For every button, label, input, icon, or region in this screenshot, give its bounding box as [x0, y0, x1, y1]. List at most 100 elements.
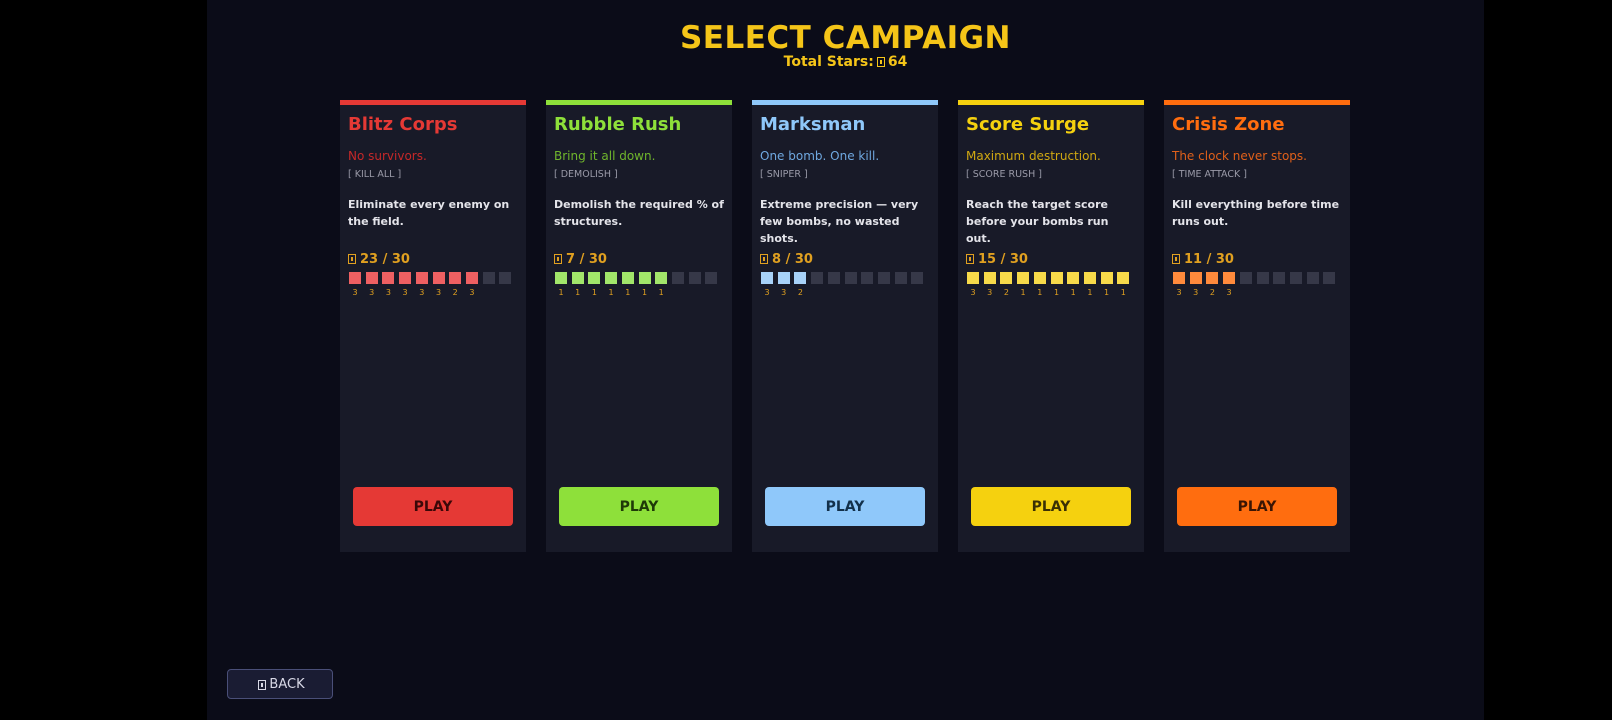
level-locked-marker[interactable] — [1323, 272, 1336, 284]
level-locked-marker[interactable] — [811, 272, 824, 284]
campaign-mode: [ TIME ATTACK ] — [1172, 169, 1247, 180]
level-complete-marker[interactable] — [1017, 272, 1030, 284]
level-complete-marker[interactable] — [1173, 272, 1185, 284]
level-locked-marker[interactable] — [482, 272, 495, 284]
level-star-score: 3 — [987, 288, 993, 297]
campaign-tagline: No survivors. — [348, 149, 427, 163]
total-stars: Total Stars: 64 — [207, 54, 1484, 70]
level-complete-marker[interactable] — [1083, 272, 1096, 284]
campaign-name: Crisis Zone — [1172, 114, 1285, 135]
level-complete-marker[interactable] — [449, 272, 462, 284]
level-complete-marker[interactable] — [761, 272, 773, 284]
level-complete-marker[interactable] — [1067, 272, 1080, 284]
level-complete-marker[interactable] — [1000, 272, 1013, 284]
level-star-score: 3 — [469, 288, 475, 297]
level-complete-marker[interactable] — [1223, 272, 1236, 284]
campaign-card: Crisis Zone The clock never stops. [ TIME … — [1164, 100, 1350, 552]
level-complete-marker[interactable] — [588, 272, 601, 284]
card-accent-bar — [340, 100, 526, 105]
level-locked-marker[interactable] — [671, 272, 684, 284]
level-complete-marker[interactable] — [571, 272, 584, 284]
level-star-score: 3 — [352, 288, 358, 297]
level-locked-marker[interactable] — [1289, 272, 1302, 284]
campaign-stars-value: 11 / 30 — [1184, 252, 1234, 267]
level-complete-marker[interactable] — [777, 272, 790, 284]
campaign-select-screen: SELECT CAMPAIGN Total Stars: 64 Blitz Cor… — [207, 0, 1484, 720]
level-locked-marker[interactable] — [844, 272, 857, 284]
card-accent-bar — [1164, 100, 1350, 105]
level-locked-marker[interactable] — [1256, 272, 1269, 284]
level-complete-marker[interactable] — [555, 272, 567, 284]
level-star-score: 2 — [452, 288, 458, 297]
level-star-score: 3 — [402, 288, 408, 297]
play-button[interactable]: PLAY — [1177, 487, 1337, 526]
level-star-score: 1 — [1087, 288, 1093, 297]
campaign-mode: [ SCORE RUSH ] — [966, 169, 1042, 180]
level-locked-marker[interactable] — [877, 272, 890, 284]
level-locked-marker[interactable] — [1273, 272, 1286, 284]
level-star-score: 1 — [591, 288, 597, 297]
level-locked-marker[interactable] — [861, 272, 874, 284]
level-complete-marker[interactable] — [1100, 272, 1113, 284]
level-complete-marker[interactable] — [1206, 272, 1219, 284]
campaign-card: Score Surge Maximum destruction. [ SCORE R… — [958, 100, 1144, 552]
level-complete-marker[interactable] — [638, 272, 651, 284]
level-star-score: 1 — [608, 288, 614, 297]
total-stars-label: Total Stars: — [783, 54, 874, 70]
level-complete-marker[interactable] — [655, 272, 668, 284]
campaign-name: Marksman — [760, 114, 866, 135]
campaign-mode: [ KILL ALL ] — [348, 169, 402, 180]
level-complete-marker[interactable] — [1189, 272, 1202, 284]
level-star-score: 2 — [1003, 288, 1009, 297]
campaign-tagline: Bring it all down. — [554, 149, 656, 163]
level-complete-marker[interactable] — [382, 272, 395, 284]
level-star-score: 3 — [419, 288, 425, 297]
campaign-tagline: Maximum destruction. — [966, 149, 1101, 163]
campaign-description: Kill everything before time runs out. — [1172, 198, 1340, 228]
level-complete-marker[interactable] — [794, 272, 807, 284]
level-star-score: 3 — [781, 288, 787, 297]
level-star-score: 3 — [1193, 288, 1199, 297]
level-locked-marker[interactable] — [499, 272, 512, 284]
star-icon — [258, 680, 267, 690]
level-star-score: 3 — [970, 288, 976, 297]
level-locked-marker[interactable] — [1239, 272, 1252, 284]
level-star-score: 1 — [558, 288, 564, 297]
play-button[interactable]: PLAY — [765, 487, 925, 526]
level-star-score: 3 — [369, 288, 375, 297]
level-complete-marker[interactable] — [349, 272, 361, 284]
back-button-label: BACK — [269, 676, 305, 692]
level-locked-marker[interactable] — [705, 272, 718, 284]
level-complete-marker[interactable] — [415, 272, 428, 284]
level-complete-marker[interactable] — [1050, 272, 1063, 284]
level-locked-marker[interactable] — [827, 272, 840, 284]
level-complete-marker[interactable] — [983, 272, 996, 284]
level-complete-marker[interactable] — [399, 272, 412, 284]
back-button[interactable]: BACK — [227, 669, 333, 699]
campaign-stars-value: 8 / 30 — [772, 252, 813, 267]
campaign-card: Marksman One bomb. One kill. [ SNIPER ] Ext… — [752, 100, 938, 552]
level-locked-marker[interactable] — [1306, 272, 1319, 284]
level-complete-marker[interactable] — [365, 272, 378, 284]
level-locked-marker[interactable] — [911, 272, 924, 284]
level-complete-marker[interactable] — [967, 272, 979, 284]
campaign-mode: [ SNIPER ] — [760, 169, 808, 180]
level-complete-marker[interactable] — [1033, 272, 1046, 284]
level-star-score: 3 — [385, 288, 391, 297]
level-complete-marker[interactable] — [432, 272, 445, 284]
play-button[interactable]: PLAY — [559, 487, 719, 526]
level-complete-marker[interactable] — [605, 272, 618, 284]
level-complete-marker[interactable] — [1117, 272, 1130, 284]
level-complete-marker[interactable] — [465, 272, 478, 284]
level-complete-marker[interactable] — [621, 272, 634, 284]
level-locked-marker[interactable] — [894, 272, 907, 284]
play-button[interactable]: PLAY — [971, 487, 1131, 526]
level-locked-marker[interactable] — [688, 272, 701, 284]
campaign-name: Blitz Corps — [348, 114, 458, 135]
level-star-score: 2 — [797, 288, 803, 297]
level-star-score: 1 — [1070, 288, 1076, 297]
campaign-tagline: The clock never stops. — [1172, 149, 1307, 163]
play-button[interactable]: PLAY — [353, 487, 513, 526]
level-star-score: 1 — [1053, 288, 1060, 297]
level-star-score: 1 — [625, 288, 631, 297]
